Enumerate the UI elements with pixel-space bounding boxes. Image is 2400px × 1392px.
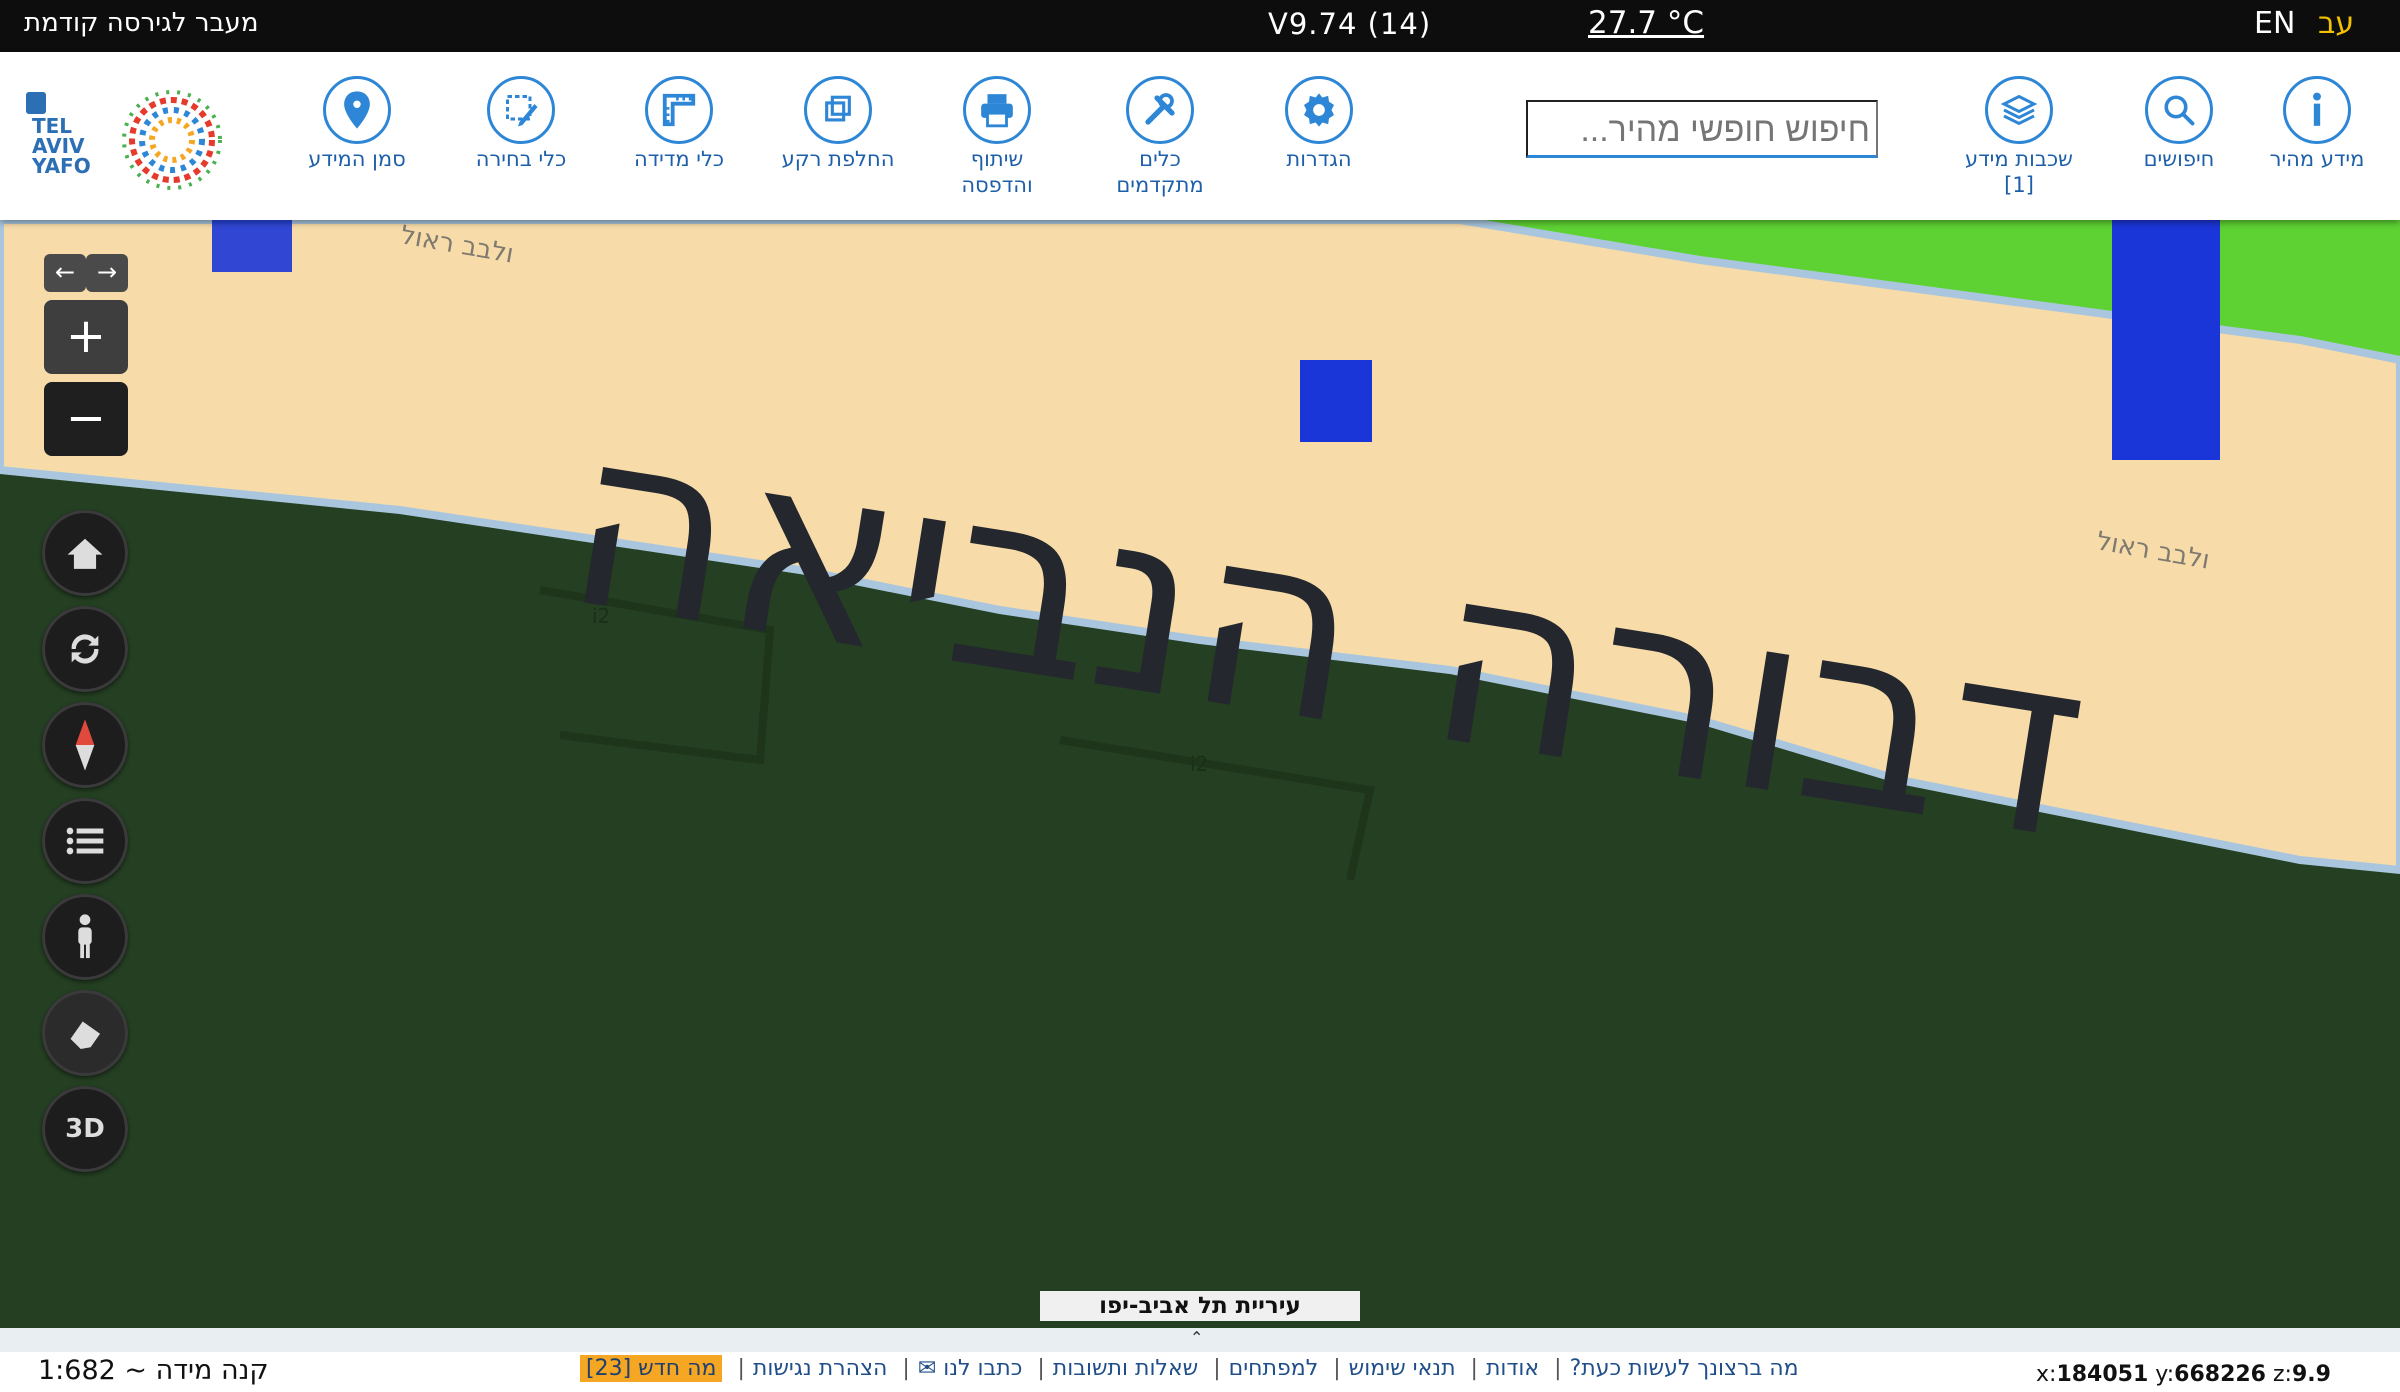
logo-text: TEL AVIV YAFO (32, 114, 91, 178)
coord-y-label: y: (2155, 1362, 2175, 1387)
tool-label: שיתוף והדפסה (961, 147, 1033, 197)
street-view-button[interactable] (42, 894, 128, 980)
tool-searches[interactable]: חיפושים (2104, 76, 2254, 172)
tool-label: הגדרות (1286, 147, 1352, 171)
legend-button[interactable] (42, 798, 128, 884)
tool-advanced[interactable]: כלים מתקדמים (1085, 76, 1235, 198)
pegman-icon (78, 914, 92, 959)
tool-selection[interactable]: כלי בחירה (446, 76, 596, 172)
tool-label: סמן המידע (308, 147, 406, 171)
temperature-link[interactable]: 27.7 °C (1588, 5, 1704, 41)
list-icon (66, 827, 104, 855)
previous-version-link[interactable]: מעבר לגירסה קודמת (24, 8, 258, 38)
compass-icon (75, 719, 95, 771)
footer-link-about[interactable]: אודות (1486, 1356, 1539, 1381)
info-icon (2283, 76, 2351, 144)
zoom-out-button[interactable]: − (44, 382, 128, 456)
scale-label: קנה מידה ~ 1:682 (38, 1355, 269, 1386)
footer-link-what-to-do[interactable]: מה ברצונך לעשות כעת? (1570, 1356, 1799, 1381)
ruler-icon (645, 76, 713, 144)
tool-label: שכבות מידע [1] (1965, 147, 2073, 197)
tool-label: מידע מהיר (2269, 147, 2365, 171)
tool-label: חיפושים (2143, 147, 2215, 171)
compass-button[interactable] (42, 702, 128, 788)
refresh-button[interactable] (42, 606, 128, 692)
tool-settings[interactable]: הגדרות (1244, 76, 1394, 172)
footer-link-contact[interactable]: כתבו לנו ✉ (918, 1356, 1023, 1381)
coord-x-label: x: (2036, 1362, 2057, 1387)
marker-icon (323, 76, 391, 144)
tool-layers[interactable]: שכבות מידע [1] (1944, 76, 2094, 198)
tools-icon (1126, 76, 1194, 144)
tool-label: כלים מתקדמים (1116, 147, 1204, 197)
coord-z-value: 9.9 (2291, 1362, 2331, 1387)
eraser-icon (70, 1021, 101, 1049)
version-label: V9.74 (14) (1268, 7, 1432, 41)
language-en-button[interactable]: EN (2254, 6, 2295, 41)
language-he-button[interactable]: עב (2318, 6, 2354, 41)
tool-measure[interactable]: כלי מדידה (604, 76, 754, 172)
3d-label: 3D (65, 1114, 105, 1144)
toolbar: TEL AVIV YAFO סמן המידע כלי בחירה כלי מד… (0, 52, 2400, 220)
footer-bar: קנה מידה ~ 1:682 מה ברצונך לעשות כעת?| א… (0, 1352, 2400, 1392)
tool-label: כלי בחירה (475, 147, 567, 171)
footer-link-accessibility[interactable]: הצהרת נגישות (753, 1356, 888, 1381)
nav-forward-button[interactable]: → (86, 254, 128, 292)
home-icon (67, 538, 103, 569)
tool-quick-info[interactable]: מידע מהיר (2242, 76, 2392, 172)
3d-button[interactable]: 3D (42, 1086, 128, 1172)
city-attribution-label: עיריית תל אביב-יפו (1040, 1291, 1360, 1321)
home-button[interactable] (42, 510, 128, 596)
top-bar: מעבר לגירסה קודמת V9.74 (14) 27.7 °C EN … (0, 0, 2400, 52)
coord-x-value: 184051 (2056, 1362, 2149, 1387)
gear-icon (1285, 76, 1353, 144)
footer-links: מה ברצונך לעשות כעת?| אודות| תנאי שימוש|… (580, 1355, 1799, 1382)
map-label: i2 (592, 604, 611, 628)
footer-link-developers[interactable]: למפתחים (1229, 1356, 1319, 1381)
footer-link-faq[interactable]: שאלות ותשובות (1053, 1356, 1198, 1381)
map-canvas[interactable]: דבורה הנביאה ולבב ראול ולבב ראול i2 i2 (0, 220, 2400, 1330)
tool-share-print[interactable]: שיתוף והדפסה (922, 76, 1072, 198)
tool-label: החלפת רקע (781, 147, 895, 171)
map-label: i2 (1190, 752, 1209, 776)
tel-aviv-logo[interactable]: TEL AVIV YAFO (20, 80, 250, 198)
layers-icon (1985, 76, 2053, 144)
eraser-button[interactable] (42, 990, 128, 1076)
zoom-in-button[interactable]: + (44, 300, 128, 374)
coordinates-readout: x:184051 y:668226 z:9.9 (2036, 1362, 2331, 1387)
layers-swap-icon (804, 76, 872, 144)
footer-resize-bar[interactable]: ⌃⌄ (0, 1328, 2400, 1366)
whats-new-button[interactable]: מה חדש [23] (580, 1355, 723, 1382)
refresh-icon (71, 634, 99, 664)
footer-link-terms[interactable]: תנאי שימוש (1349, 1356, 1456, 1381)
tool-basemap-switch[interactable]: החלפת רקע (763, 76, 913, 172)
quick-search-input[interactable] (1526, 100, 1878, 158)
nav-back-button[interactable]: ← (44, 254, 86, 292)
search-icon (2145, 76, 2213, 144)
selection-icon (487, 76, 555, 144)
coord-y-value: 668226 (2174, 1362, 2266, 1387)
printer-icon (963, 76, 1031, 144)
tool-label: כלי מדידה (633, 147, 725, 171)
coord-z-label: z: (2273, 1362, 2292, 1387)
tool-info-marker[interactable]: סמן המידע (282, 76, 432, 172)
